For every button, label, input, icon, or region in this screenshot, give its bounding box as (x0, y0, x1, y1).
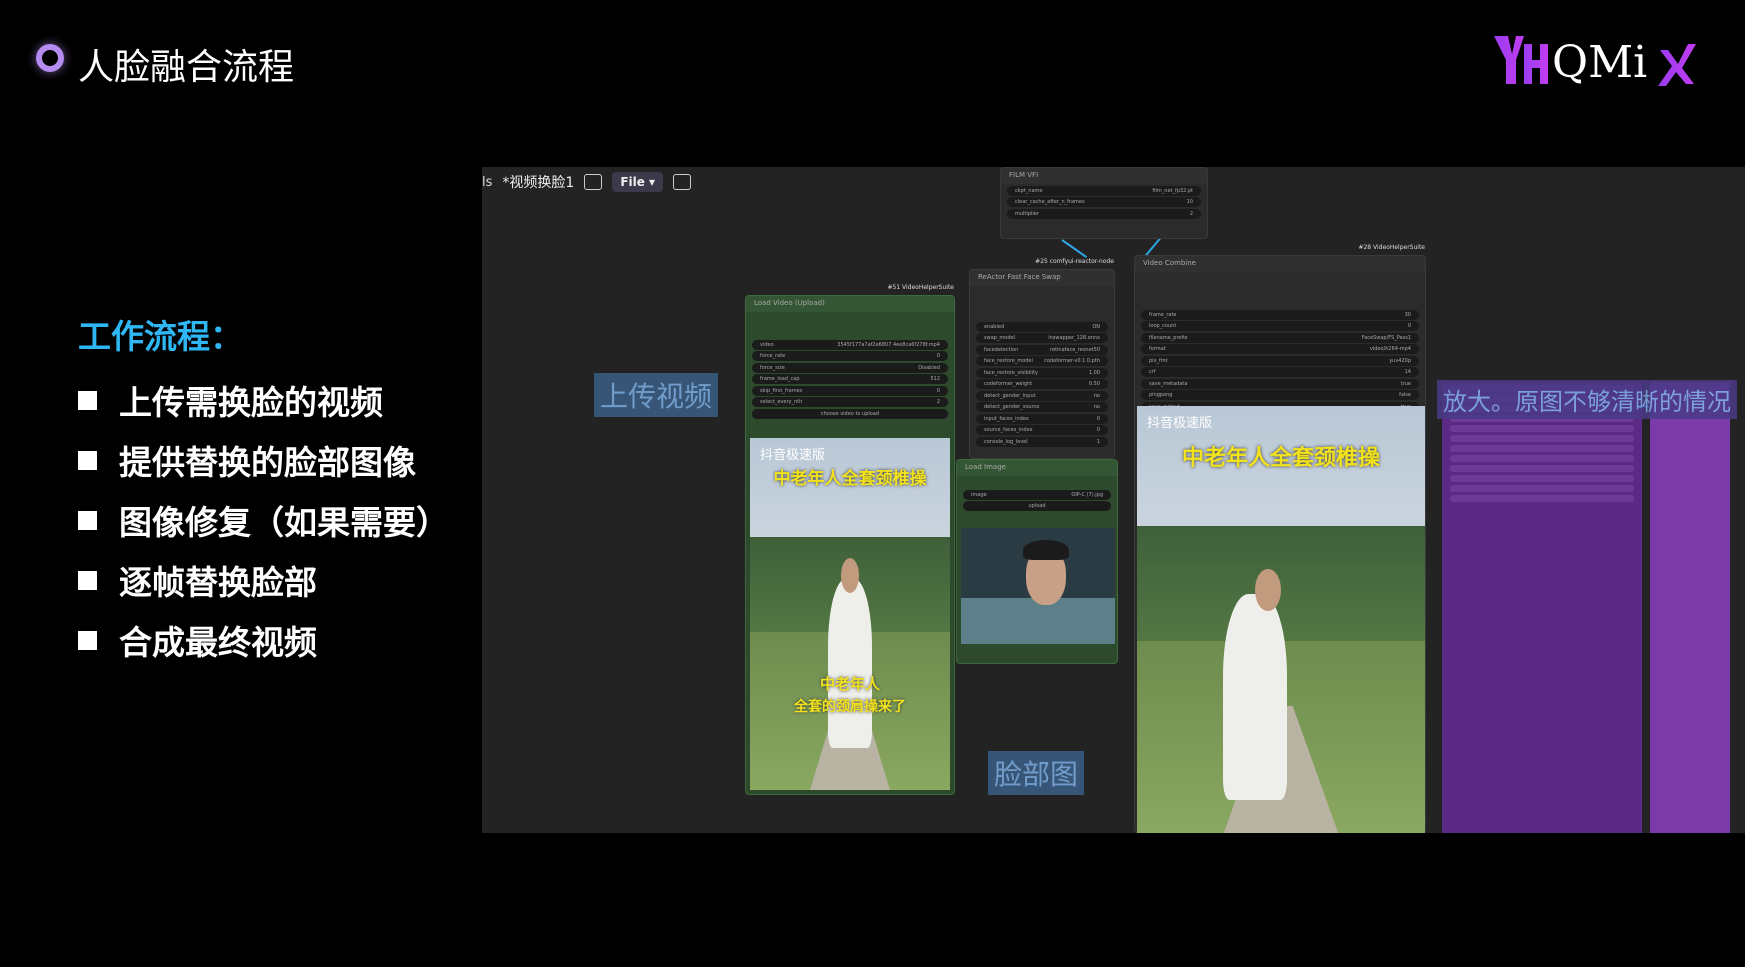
widget-row[interactable]: detect_gender_source no (976, 402, 1108, 412)
widget-row[interactable]: multiplier 2 (1007, 208, 1201, 219)
face-image-preview (961, 528, 1115, 644)
tab-fragment[interactable]: ls (482, 175, 492, 190)
widget-row[interactable]: loop_count 0 (1141, 321, 1419, 331)
workflow-steps-list: 上传需换脸的视频 提供替换的脸部图像 图像修复（如果需要） 逐帧替换脸部 合成最… (78, 370, 449, 670)
widget-row[interactable]: clear_cache_after_n_frames 10 (1007, 197, 1201, 207)
upload-image-button[interactable]: upload (963, 501, 1111, 511)
widget-row[interactable]: codeformer_weight 0.50 (976, 379, 1108, 389)
square-bullet-icon (78, 510, 97, 530)
widget-row[interactable]: face_restore_model codeformer-v0.1.0.pth (976, 356, 1108, 366)
workflow-topbar: ls *视频换脸1 File ▾ (482, 167, 692, 197)
widget-row[interactable]: pingpong false (1141, 390, 1419, 400)
workflow-heading: 工作流程： (78, 317, 243, 356)
widget-row[interactable]: face_restore_visibility 1.00 (976, 367, 1108, 378)
label-upscale-note: 放大。原图不够清晰的情况 (1437, 380, 1737, 419)
node-video-combine[interactable]: #28 VideoHelperSuite Video Combine frame… (1134, 244, 1426, 833)
node-film-vfi[interactable]: FILM VFI ckpt_name film_net_fp32.pt clear… (1000, 167, 1208, 239)
output-video-preview: 抖音极速版 中老年人全套颈椎操 (1137, 406, 1425, 833)
node-load-video[interactable]: #51 VideoHelperSuite Load Video (Upload)… (745, 284, 955, 795)
list-item: 合成最终视频 (78, 610, 449, 670)
node-reactor-face-swap[interactable]: #25 comfyui-reactor-node ReActor Fast Fa… (969, 258, 1115, 459)
label-face-image: 脸部图 (988, 751, 1085, 795)
widget-row[interactable]: ckpt_name film_net_fp32.pt (1007, 185, 1201, 196)
widget-row[interactable]: frame_load_cap 512 (752, 374, 948, 384)
square-bullet-icon (78, 390, 97, 410)
logo-text: QMi (1552, 37, 1647, 88)
widget-row[interactable]: enabled ON (976, 321, 1108, 332)
slide-title: 人脸融合流程 (78, 47, 295, 88)
label-upload-video: 上传视频 (594, 373, 719, 417)
upscale-group[interactable] (1442, 382, 1642, 833)
node-load-image[interactable]: Load Image image OIP-C (7).jpg upload (956, 459, 1118, 664)
square-bullet-icon (78, 570, 97, 590)
widget-row[interactable]: detect_gender_input no (976, 390, 1108, 401)
widget-row[interactable]: facedetection retinaface_resnet50 (976, 344, 1108, 355)
upscale-group-secondary[interactable] (1650, 382, 1730, 833)
list-item: 图像修复（如果需要） (78, 490, 449, 550)
widget-row[interactable]: skip_first_frames 0 (752, 385, 948, 396)
comfyui-workflow-screenshot: ls *视频换脸1 File ▾ FILM VFI ckpt_name film_… (482, 167, 1745, 833)
list-item: 上传需换脸的视频 (78, 370, 449, 430)
square-bullet-icon (78, 450, 97, 470)
upload-video-button[interactable]: choose video to upload (752, 408, 948, 419)
tab-workflow[interactable]: *视频换脸1 (502, 172, 574, 192)
image-icon[interactable] (584, 174, 603, 190)
widget-row[interactable]: save_metadata true (1141, 378, 1419, 389)
widget-row[interactable]: force_size Disabled (752, 362, 948, 373)
widget-row[interactable]: input_faces_index 0 (976, 413, 1108, 424)
file-menu-button[interactable]: File ▾ (612, 172, 664, 192)
widget-row[interactable]: format video/h264-mp4 (1141, 344, 1419, 354)
save-icon[interactable] (673, 174, 692, 190)
square-bullet-icon (78, 630, 97, 650)
widget-row[interactable]: image OIP-C (7).jpg (963, 489, 1111, 500)
widget-row[interactable]: force_rate 0 (752, 351, 948, 361)
widget-row[interactable]: pix_fmt yuv420p (1141, 355, 1419, 366)
widget-row[interactable]: frame_rate 30 (1141, 309, 1419, 320)
widget-row[interactable]: select_every_nth 2 (752, 397, 948, 407)
widget-row[interactable]: source_faces_index 0 (976, 425, 1108, 435)
connection-wire (1061, 239, 1088, 259)
video-preview: 抖音极速版 中老年人全套颈椎操 中老年人 全套的颈肩操来了 (750, 438, 950, 790)
widget-row[interactable]: filename_prefix FaceSwap/FS_Pass1 (1141, 332, 1419, 343)
widget-row[interactable]: console_log_level 1 (976, 436, 1108, 447)
title-bullet-icon (36, 44, 64, 72)
list-item: 提供替换的脸部图像 (78, 430, 449, 490)
list-item: 逐帧替换脸部 (78, 550, 449, 610)
widget-row[interactable]: swap_model inswapper_128.onnx (976, 333, 1108, 343)
widget-row[interactable]: video 3545f177a7af2e6807 4ee8ca6f278f.mp4 (752, 339, 948, 350)
widget-row[interactable]: crf 14 (1141, 367, 1419, 377)
qmix-logo: QMi (1494, 36, 1696, 88)
